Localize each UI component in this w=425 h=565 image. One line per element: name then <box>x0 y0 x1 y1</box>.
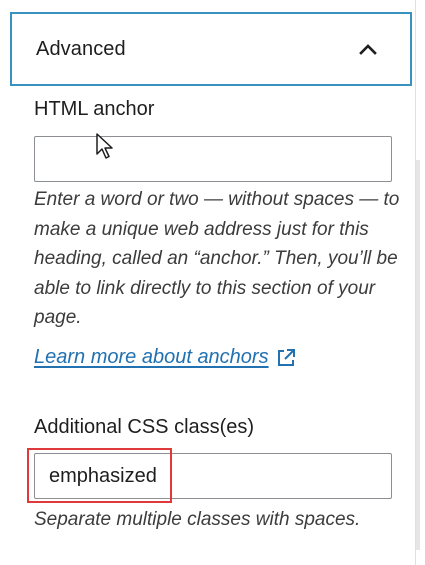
html-anchor-help: Enter a word or two — without spaces — t… <box>34 189 400 328</box>
html-anchor-label: HTML anchor <box>34 98 155 120</box>
block-settings-panel: Advanced HTML anchor Enter a word or two… <box>0 0 425 565</box>
learn-more-link-text[interactable]: Learn more about anchors <box>34 346 269 369</box>
learn-more-link[interactable]: Learn more about anchors <box>34 346 296 369</box>
advanced-section-toggle[interactable]: Advanced <box>10 12 412 86</box>
css-class-help: Separate multiple classes with spaces. <box>34 509 361 530</box>
scrollbar[interactable] <box>416 160 420 550</box>
section-title: Advanced <box>36 37 126 60</box>
html-anchor-input[interactable] <box>34 136 392 182</box>
css-class-label: Additional CSS class(es) <box>34 416 255 438</box>
css-class-input[interactable] <box>34 453 392 499</box>
external-link-icon <box>276 348 296 368</box>
chevron-up-icon <box>356 37 380 61</box>
